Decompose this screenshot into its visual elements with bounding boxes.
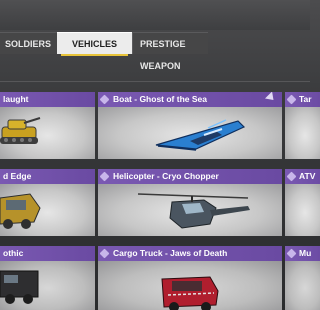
- vehicle-card-mu[interactable]: Mu: [285, 246, 320, 310]
- vehicle-card-edge[interactable]: d Edge: [0, 169, 95, 236]
- tank-image: [0, 117, 41, 144]
- category-tabs: SOLDIERS VEHICLES PRESTIGE WEAPON: [0, 32, 208, 71]
- vehicle-image: [285, 107, 320, 159]
- vehicle-card-gothic[interactable]: othic: [0, 246, 95, 310]
- card-title: Mu: [299, 248, 312, 258]
- card-title: d Edge: [3, 171, 32, 181]
- vehicle-image: [98, 184, 282, 236]
- vehicle-card-tank[interactable]: laught: [0, 92, 95, 159]
- vehicle-image: [285, 261, 320, 310]
- card-header: ATV: [285, 169, 320, 184]
- card-header: othic: [0, 246, 95, 261]
- card-title: Cargo Truck - Jaws of Death: [113, 248, 228, 258]
- vehicle-card-atv[interactable]: ATV: [285, 169, 320, 236]
- boat-image: [155, 119, 246, 151]
- vehicle-image: [285, 184, 320, 236]
- vehicle-card-boat[interactable]: Boat - Ghost of the Sea: [98, 92, 282, 159]
- armored-vehicle-image: [0, 193, 41, 229]
- card-header: d Edge: [0, 169, 95, 184]
- card-header: Tar: [285, 92, 320, 107]
- vehicle-image: [0, 107, 95, 159]
- card-header: Cargo Truck - Jaws of Death: [98, 246, 282, 261]
- expand-arrow-icon: [264, 92, 278, 104]
- vehicle-image: [0, 184, 95, 236]
- card-header: laught: [0, 92, 95, 107]
- tab-prestige-weapon[interactable]: PRESTIGE WEAPON: [132, 32, 208, 71]
- card-title: Helicopter - Cryo Chopper: [113, 171, 219, 181]
- diamond-icon: [286, 248, 297, 259]
- diamond-icon: [286, 171, 297, 182]
- cargo-truck-image: [161, 276, 219, 310]
- card-title: Boat - Ghost of the Sea: [113, 94, 207, 104]
- card-title: laught: [3, 94, 29, 104]
- section-divider: [0, 81, 310, 82]
- diamond-icon: [99, 94, 110, 105]
- vehicle-image: [98, 107, 282, 159]
- top-bar: [0, 0, 310, 30]
- card-title: othic: [3, 248, 24, 258]
- vehicle-card-tank-right[interactable]: Tar: [285, 92, 320, 159]
- tab-vehicles[interactable]: VEHICLES: [57, 32, 132, 56]
- tab-soldiers[interactable]: SOLDIERS: [0, 32, 57, 54]
- card-title: Tar: [299, 94, 312, 104]
- helicopter-image: [137, 193, 250, 229]
- vehicle-card-helicopter[interactable]: Helicopter - Cryo Chopper: [98, 169, 282, 236]
- card-title: ATV: [299, 171, 316, 181]
- diamond-icon: [286, 94, 297, 105]
- card-header: Mu: [285, 246, 320, 261]
- diamond-icon: [99, 248, 110, 259]
- card-header: Boat - Ghost of the Sea: [98, 92, 282, 107]
- vehicle-image: [98, 261, 282, 310]
- card-header: Helicopter - Cryo Chopper: [98, 169, 282, 184]
- truck-image: [0, 270, 39, 304]
- vehicle-card-cargo-truck[interactable]: Cargo Truck - Jaws of Death: [98, 246, 282, 310]
- diamond-icon: [99, 171, 110, 182]
- vehicle-image: [0, 261, 95, 310]
